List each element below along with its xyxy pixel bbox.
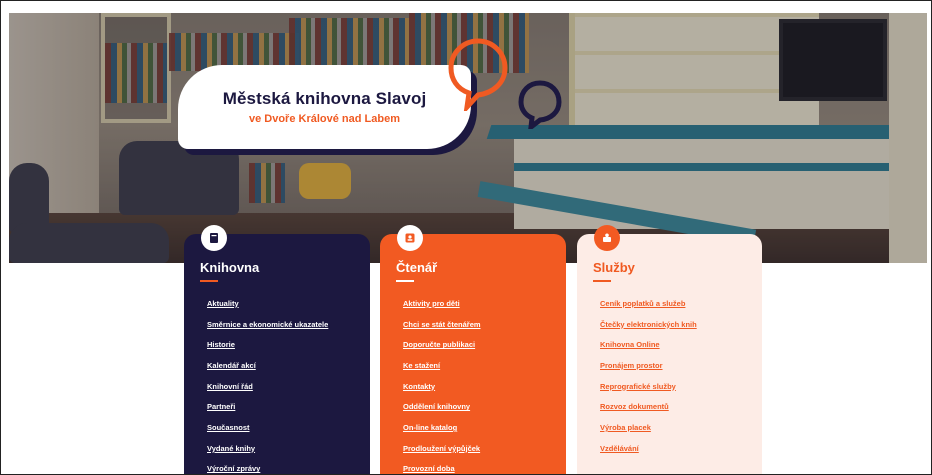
link-smernice[interactable]: Směrnice a ekonomické ukazatele bbox=[207, 320, 328, 329]
link-doporucte-publikaci[interactable]: Doporučte publikaci bbox=[403, 340, 475, 349]
logo-title: Městská knihovna Slavoj bbox=[222, 89, 427, 108]
link-prodlouzeni-vypujcek[interactable]: Prodloužení výpůjček bbox=[403, 444, 480, 453]
services-icon bbox=[594, 225, 620, 251]
list-item: Doporučte publikaci bbox=[403, 334, 481, 355]
list-item: Aktuality bbox=[207, 293, 328, 314]
section-title: Čtenář bbox=[396, 260, 438, 275]
reader-card-icon bbox=[397, 225, 423, 251]
list-item: Rozvoz dokumentů bbox=[600, 396, 697, 417]
list-item: Výroba placek bbox=[600, 417, 697, 438]
section-card-ctenar: Čtenář Aktivity pro děti Chci se stát čt… bbox=[380, 225, 566, 475]
link-vyroba-placek[interactable]: Výroba placek bbox=[600, 423, 651, 432]
link-chci-se-stat-ctenarem[interactable]: Chci se stát čtenářem bbox=[403, 320, 481, 329]
link-vydane-knihy[interactable]: Vydané knihy bbox=[207, 444, 255, 453]
link-ctecky[interactable]: Čtečky elektronických knih bbox=[600, 320, 697, 329]
list-item: Oddělení knihovny bbox=[403, 396, 481, 417]
link-aktuality[interactable]: Aktuality bbox=[207, 299, 239, 308]
section-link-list: Aktuality Směrnice a ekonomické ukazatel… bbox=[207, 293, 328, 475]
list-item: Ke stažení bbox=[403, 355, 481, 376]
list-item: Historie bbox=[207, 334, 328, 355]
list-item: Provozní doba bbox=[403, 459, 481, 475]
link-soucasnost[interactable]: Současnost bbox=[207, 423, 250, 432]
title-underline bbox=[593, 280, 611, 282]
section-card-knihovna: Knihovna Aktuality Směrnice a ekonomické… bbox=[184, 225, 370, 475]
link-online-katalog[interactable]: On-line katalog bbox=[403, 423, 457, 432]
orange-location-pin-icon bbox=[448, 38, 508, 111]
list-item: Prodloužení výpůjček bbox=[403, 438, 481, 459]
section-card-sluzby: Služby Ceník poplatků a služeb Čtečky el… bbox=[577, 225, 762, 474]
link-vyrocni-zpravy[interactable]: Výroční zprávy bbox=[207, 464, 260, 473]
link-aktivity-pro-deti[interactable]: Aktivity pro děti bbox=[403, 299, 460, 308]
section-link-list: Aktivity pro děti Chci se stát čtenářem … bbox=[403, 293, 481, 475]
link-kalendar-akci[interactable]: Kalendář akcí bbox=[207, 361, 256, 370]
list-item: Chci se stát čtenářem bbox=[403, 314, 481, 335]
page-frame: Městská knihovna Slavoj ve Dvoře Králové… bbox=[0, 0, 932, 475]
link-reprograficke-sluzby[interactable]: Reprografické služby bbox=[600, 382, 676, 391]
link-partneri[interactable]: Partneři bbox=[207, 402, 235, 411]
section-link-list: Ceník poplatků a služeb Čtečky elektroni… bbox=[600, 293, 697, 459]
list-item: Reprografické služby bbox=[600, 376, 697, 397]
list-item: Současnost bbox=[207, 417, 328, 438]
list-item: Vzdělávání bbox=[600, 438, 697, 459]
list-item: Výroční zprávy bbox=[207, 459, 328, 475]
link-kontakty[interactable]: Kontakty bbox=[403, 382, 435, 391]
link-knihovni-rad[interactable]: Knihovní řád bbox=[207, 382, 253, 391]
link-knihovna-online[interactable]: Knihovna Online bbox=[600, 340, 660, 349]
site-logo[interactable]: Městská knihovna Slavoj ve Dvoře Králové… bbox=[178, 65, 471, 149]
list-item: Kontakty bbox=[403, 376, 481, 397]
list-item: Čtečky elektronických knih bbox=[600, 314, 697, 335]
list-item: Knihovní řád bbox=[207, 376, 328, 397]
link-pronajem-prostor[interactable]: Pronájem prostor bbox=[600, 361, 663, 370]
title-underline bbox=[396, 280, 414, 282]
book-icon bbox=[201, 225, 227, 251]
link-cenik[interactable]: Ceník poplatků a služeb bbox=[600, 299, 685, 308]
link-historie[interactable]: Historie bbox=[207, 340, 235, 349]
list-item: Ceník poplatků a služeb bbox=[600, 293, 697, 314]
list-item: Směrnice a ekonomické ukazatele bbox=[207, 314, 328, 335]
list-item: Vydané knihy bbox=[207, 438, 328, 459]
link-provozni-doba[interactable]: Provozní doba bbox=[403, 464, 455, 473]
navy-location-pin-icon bbox=[518, 80, 562, 129]
link-ke-stazeni[interactable]: Ke stažení bbox=[403, 361, 440, 370]
list-item: Pronájem prostor bbox=[600, 355, 697, 376]
section-title: Služby bbox=[593, 260, 635, 275]
link-oddeleni-knihovny[interactable]: Oddělení knihovny bbox=[403, 402, 470, 411]
list-item: Knihovna Online bbox=[600, 334, 697, 355]
logo-subtitle: ve Dvoře Králové nad Labem bbox=[248, 113, 400, 125]
link-rozvoz-dokumentu[interactable]: Rozvoz dokumentů bbox=[600, 402, 669, 411]
list-item: Partneři bbox=[207, 396, 328, 417]
list-item: Kalendář akcí bbox=[207, 355, 328, 376]
section-title: Knihovna bbox=[200, 260, 260, 275]
list-item: Aktivity pro děti bbox=[403, 293, 481, 314]
list-item: On-line katalog bbox=[403, 417, 481, 438]
title-underline bbox=[200, 280, 218, 282]
link-vzdelavani[interactable]: Vzdělávání bbox=[600, 444, 639, 453]
